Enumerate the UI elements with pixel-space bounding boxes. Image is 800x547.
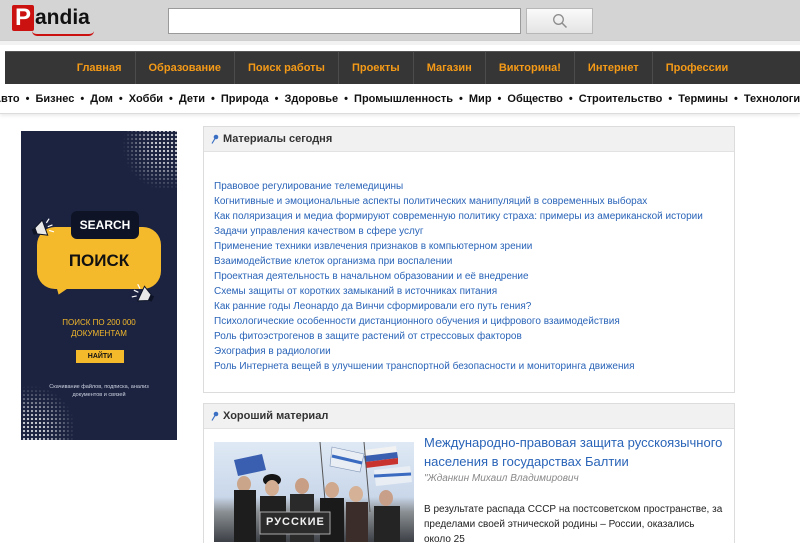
megaphone-icon: [31, 218, 55, 236]
featured-article-author: "Жданкин Михаил Владимирович: [424, 473, 579, 484]
category-health[interactable]: Здоровье: [284, 93, 338, 105]
megaphone-icon: [131, 283, 155, 302]
panel-header: Материалы сегодня: [204, 127, 734, 152]
good-material-panel: Хороший материал РУССКИЕ Международно-пр…: [203, 403, 735, 545]
main-nav: Главная Образование Поиск работы Проекты…: [5, 51, 800, 84]
article-link[interactable]: Проектная деятельность в начальном образ…: [214, 269, 703, 284]
article-link[interactable]: Как поляризация и медиа формируют соврем…: [214, 209, 703, 224]
article-link[interactable]: Роль Интернета вещей в улучшении транспо…: [214, 359, 703, 374]
ad-bubble-top: SEARCH: [71, 211, 139, 239]
pin-icon: [211, 134, 219, 144]
article-link[interactable]: Психологические особенности дистанционно…: [214, 314, 703, 329]
category-nature[interactable]: Природа: [221, 93, 269, 105]
logo-swoosh: [32, 31, 94, 36]
category-technology[interactable]: Технологии: [744, 93, 800, 105]
halftone-decoration: [122, 131, 177, 191]
category-construction[interactable]: Строительство: [579, 93, 663, 105]
category-society[interactable]: Общество: [507, 93, 562, 105]
main-nav-internet[interactable]: Интернет: [573, 52, 652, 84]
category-industry[interactable]: Промышленность: [354, 93, 453, 105]
search-input[interactable]: [168, 8, 521, 34]
article-link[interactable]: Роль фитоэстрогенов в защите растений от…: [214, 329, 703, 344]
panel-title: Хороший материал: [223, 410, 329, 422]
category-auto[interactable]: Авто: [0, 93, 20, 105]
ad-caption: Скачивание файлов, подписка, анализ доку…: [49, 384, 149, 398]
search-button[interactable]: [526, 8, 593, 34]
article-link[interactable]: Применение техники извлечения признаков …: [214, 239, 703, 254]
site-logo[interactable]: P andia: [12, 5, 94, 36]
logo-text: andia: [35, 6, 90, 29]
category-business[interactable]: Бизнес: [35, 93, 74, 105]
category-hobby[interactable]: Хобби: [129, 93, 163, 105]
category-terms[interactable]: Термины: [678, 93, 728, 105]
article-link[interactable]: Задачи управления качеством в сфере услу…: [214, 224, 703, 239]
top-bar: P andia: [0, 0, 800, 40]
photo-sign-text: РУССКИЕ: [266, 516, 325, 528]
article-link[interactable]: Эхография в радиологии: [214, 344, 703, 359]
main-nav-quiz[interactable]: Викторина!: [484, 52, 574, 84]
category-kids[interactable]: Дети: [179, 93, 205, 105]
article-photo[interactable]: РУССКИЕ: [214, 442, 414, 542]
article-link[interactable]: Когнитивные и эмоциональные аспекты поли…: [214, 194, 703, 209]
panel-header: Хороший материал: [204, 404, 734, 429]
article-link[interactable]: Правовое регулирование телемедицины: [214, 179, 703, 194]
ad-banner[interactable]: ПОИСК SEARCH ПОИСК ПО 200 000 ДОКУМЕНТАМ…: [21, 131, 177, 440]
today-materials-panel: Материалы сегодня Правовое регулирование…: [203, 126, 735, 393]
featured-article-snippet: В результате распада СССР на постсоветск…: [424, 504, 723, 545]
main-nav-professions[interactable]: Профессии: [651, 52, 742, 84]
ad-headline: ПОИСК ПО 200 000 ДОКУМЕНТАМ: [62, 318, 136, 338]
today-links-list: Правовое регулирование телемедицины Когн…: [214, 179, 703, 374]
article-link[interactable]: Схемы защиты от коротких замыканий в ист…: [214, 284, 703, 299]
panel-title: Материалы сегодня: [223, 133, 333, 145]
pin-icon: [211, 411, 219, 421]
category-home[interactable]: Дом: [90, 93, 113, 105]
header-divider: [0, 40, 800, 45]
main-nav-education[interactable]: Образование: [134, 52, 235, 84]
search-icon: [552, 14, 567, 29]
logo-initial: P: [12, 5, 34, 31]
category-world[interactable]: Мир: [469, 93, 492, 105]
main-nav-shop[interactable]: Магазин: [412, 52, 485, 84]
featured-article-title[interactable]: Международно-правовая защита русскоязычн…: [424, 433, 724, 471]
main-nav-projects[interactable]: Проекты: [337, 52, 413, 84]
main-nav-job-search[interactable]: Поиск работы: [234, 52, 338, 84]
article-link[interactable]: Как ранние годы Леонардо да Винчи сформи…: [214, 299, 703, 314]
ad-find-button[interactable]: НАЙТИ: [76, 350, 124, 363]
article-link[interactable]: Взаимодействие клеток организма при восп…: [214, 254, 703, 269]
main-nav-home[interactable]: Главная: [64, 52, 135, 84]
category-nav: Авто• Бизнес• Дом• Хобби• Дети• Природа•…: [0, 84, 800, 114]
